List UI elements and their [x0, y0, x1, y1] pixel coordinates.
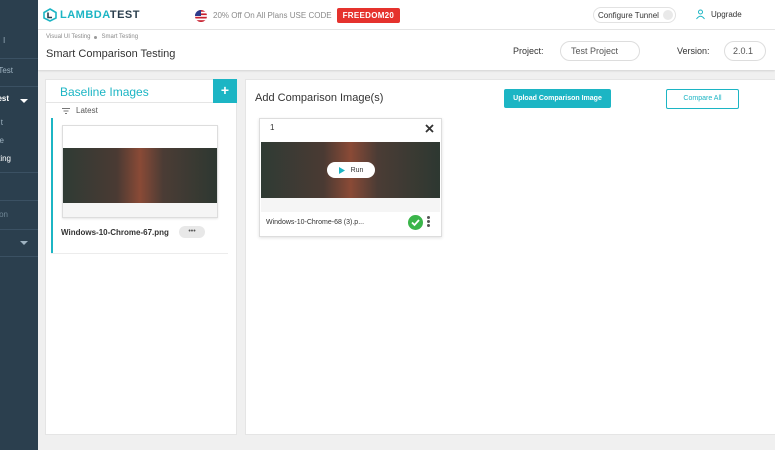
sidebar-divider	[0, 256, 38, 257]
sidebar-item-4[interactable]: on	[0, 210, 38, 230]
version-label: Version:	[677, 46, 710, 56]
breadcrumb-item[interactable]: Visual UI Testing	[46, 34, 90, 40]
close-icon[interactable]	[425, 124, 434, 133]
sidebar-item-label: est	[0, 94, 9, 103]
sort-control[interactable]: Latest	[62, 106, 98, 115]
sidebar-item-label: e	[0, 136, 4, 145]
promo-code-badge[interactable]: FREEDOM20	[336, 8, 401, 23]
project-label: Project:	[513, 46, 544, 56]
logo[interactable]: LAMBDATEST	[43, 7, 140, 23]
sidebar-divider	[0, 172, 38, 173]
upgrade-link[interactable]: Upgrade	[695, 9, 742, 20]
lambdatest-logo-icon	[43, 8, 57, 22]
thumbnail-screen-top	[63, 126, 217, 148]
baseline-image-name: Windows-10-Chrome-67.png	[61, 228, 169, 237]
upload-comparison-button[interactable]: Upload Comparison Image	[504, 89, 611, 108]
comparison-image-card[interactable]: Run 1 Windows-10-Chrome-68 (3).p...	[259, 118, 442, 237]
thumbnail-screen-bottom	[261, 198, 440, 212]
promo-banner: 20% Off On All Plans USE CODE FREEDOM20	[195, 8, 401, 23]
comparison-panel: Add Comparison Image(s) Upload Compariso…	[245, 79, 775, 435]
thumbnail-screen-hero	[63, 148, 217, 203]
thumbnail-screen-bottom	[63, 203, 217, 217]
divider	[46, 102, 213, 103]
sidebar-item-active[interactable]: est	[0, 94, 38, 114]
sidebar-divider	[0, 200, 38, 201]
us-flag-icon	[195, 9, 207, 22]
sidebar-item-label: ting	[0, 154, 11, 163]
compare-all-button[interactable]: Compare All	[666, 89, 739, 109]
run-label: Run	[350, 166, 364, 174]
check-icon	[408, 215, 423, 230]
comparison-title: Add Comparison Image(s)	[255, 92, 384, 104]
sidebar-divider	[0, 58, 38, 59]
breadcrumb-item[interactable]: Smart Testing	[101, 34, 138, 40]
thumbnail-screen-top	[261, 120, 440, 142]
logo-text: LAMBDATEST	[60, 9, 140, 21]
sidebar-item-label: t	[0, 118, 3, 127]
baseline-thumbnail[interactable]	[62, 125, 218, 218]
card-index: 1	[270, 123, 275, 132]
baseline-title: Baseline Images	[60, 85, 149, 99]
version-selector[interactable]: 2.0.1	[724, 41, 766, 61]
play-icon	[338, 166, 345, 174]
project-selector[interactable]: Test Project	[560, 41, 640, 61]
page-title: Smart Comparison Testing	[46, 48, 176, 60]
upgrade-icon	[696, 9, 705, 20]
breadcrumb-separator	[94, 35, 98, 39]
configure-tunnel-label: Configure Tunnel	[598, 11, 659, 20]
sidebar-divider	[0, 229, 38, 230]
divider	[51, 253, 228, 254]
comparison-thumbnail[interactable]: Run	[261, 120, 440, 212]
sidebar-item-3[interactable]	[0, 180, 38, 200]
promo-text: 20% Off On All Plans USE CODE	[213, 11, 332, 20]
sidebar-item-label: Test	[0, 66, 13, 75]
sidebar: l Test est t e ting on	[0, 0, 38, 450]
chevron-down-icon[interactable]	[20, 99, 28, 103]
sidebar-item-label: on	[0, 210, 8, 219]
comparison-image-name: Windows-10-Chrome-68 (3).p...	[266, 219, 365, 226]
configure-tunnel-button[interactable]: Configure Tunnel	[593, 7, 676, 23]
baseline-image-item[interactable]: Windows-10-Chrome-67.png •••	[51, 118, 228, 253]
baseline-panel: Baseline Images + Latest Windows-10-Chro…	[45, 79, 237, 435]
breadcrumb: Visual UI Testing Smart Testing	[46, 34, 138, 40]
run-button[interactable]: Run	[327, 162, 375, 178]
sort-label: Latest	[76, 106, 98, 115]
add-baseline-button[interactable]: +	[213, 79, 237, 103]
more-options-button[interactable]: •••	[179, 226, 205, 238]
sidebar-item-label: l	[3, 36, 5, 45]
sidebar-subitem-1[interactable]: t	[0, 118, 38, 138]
sidebar-item-1[interactable]: l	[0, 36, 38, 56]
sidebar-subitem-active[interactable]: ting	[0, 154, 38, 174]
top-bar: LAMBDATEST 20% Off On All Plans USE CODE…	[38, 0, 775, 30]
tunnel-toggle[interactable]	[663, 10, 673, 20]
kebab-menu-icon[interactable]	[427, 216, 431, 229]
upgrade-label: Upgrade	[711, 10, 742, 19]
sidebar-subitem-2[interactable]: e	[0, 136, 38, 156]
chevron-down-icon[interactable]	[20, 241, 28, 245]
sidebar-item-2[interactable]: Test	[0, 66, 38, 86]
sort-icon	[62, 107, 70, 114]
page-header: Visual UI Testing Smart Testing Smart Co…	[38, 30, 775, 70]
sidebar-divider	[0, 86, 38, 87]
